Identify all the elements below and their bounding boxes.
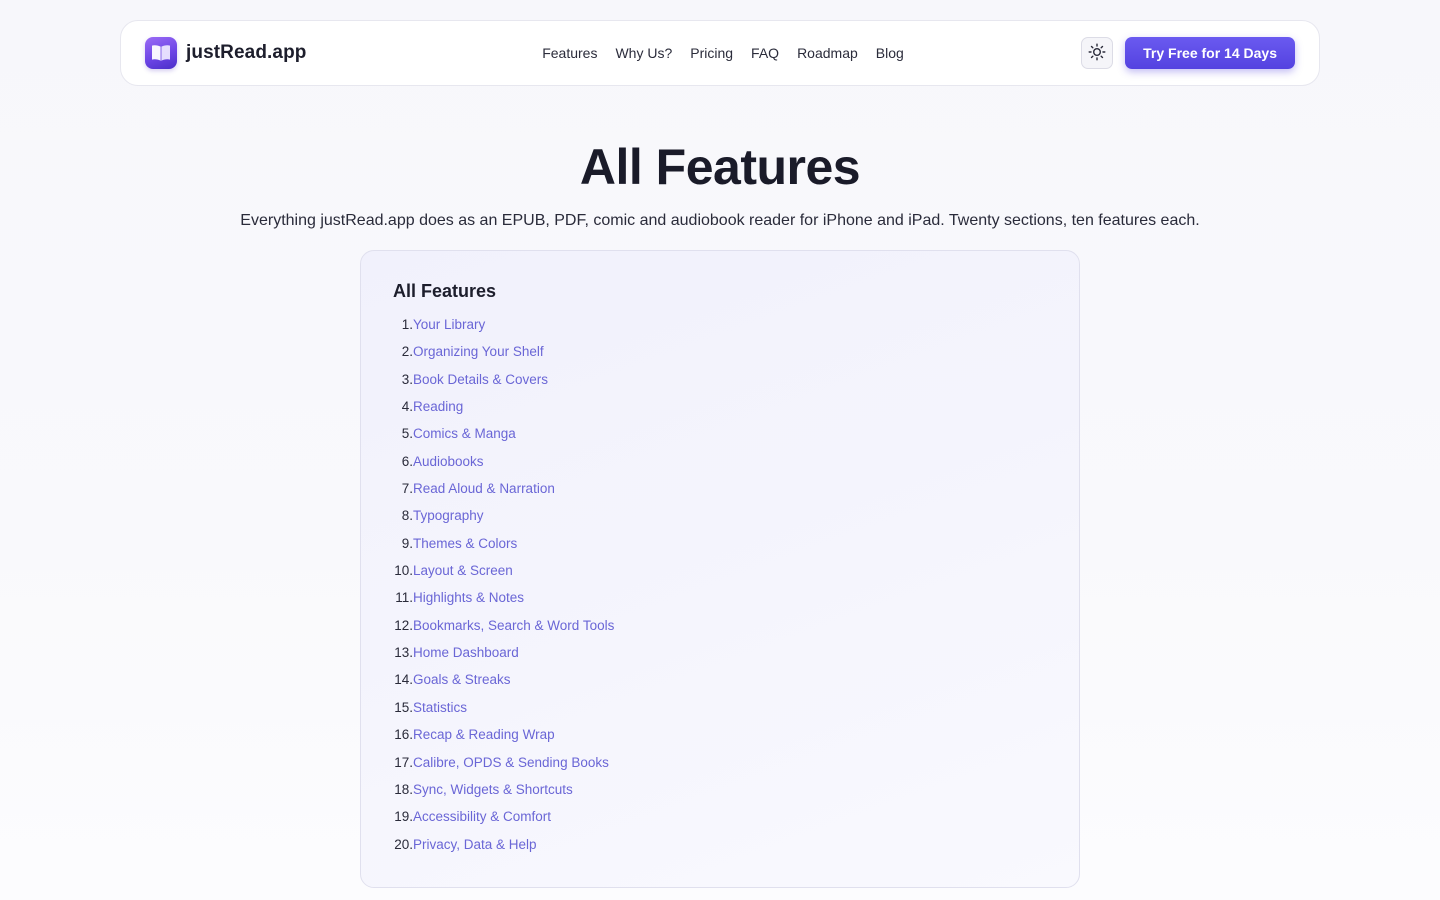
toc-item-number: 2. — [401, 344, 413, 360]
toc-item-number: 11. — [395, 590, 413, 606]
toc-item-number: 15. — [394, 699, 413, 715]
toc-link-organizing-your-shelf[interactable]: Organizing Your Shelf — [413, 344, 544, 359]
toc-item-number: 4. — [401, 399, 413, 415]
toc-link-themes-colors[interactable]: Themes & Colors — [413, 536, 517, 551]
theme-toggle-button[interactable] — [1081, 37, 1114, 69]
toc-item-number: 3. — [401, 371, 413, 387]
try-free-button[interactable]: Try Free for 14 Days — [1125, 37, 1295, 69]
toc-item-number: 13. — [394, 645, 413, 661]
brand-name: justRead.app — [186, 42, 307, 63]
toc-link-bookmarks-search-word-tools[interactable]: Bookmarks, Search & Word Tools — [413, 618, 614, 633]
open-book-icon — [145, 37, 177, 69]
toc-item: 15. Statistics — [393, 700, 1047, 727]
nav-link-blog[interactable]: Blog — [876, 45, 904, 61]
toc-item: 12. Bookmarks, Search & Word Tools — [393, 618, 1047, 645]
table-of-contents: All Features 1. Your Library 2. Organizing… — [360, 250, 1080, 888]
toc-item: 9. Themes & Colors — [393, 536, 1047, 563]
toc-item-number: 1. — [401, 317, 413, 332]
toc-link-calibre-opds-sending-books[interactable]: Calibre, OPDS & Sending Books — [413, 755, 609, 770]
toc-item: 6. Audiobooks — [393, 454, 1047, 481]
toc-item: 19. Accessibility & Comfort — [393, 809, 1047, 836]
toc-link-layout-screen[interactable]: Layout & Screen — [413, 563, 513, 578]
toc-link-your-library[interactable]: Your Library — [413, 317, 485, 332]
sun-icon — [1088, 43, 1106, 64]
page-title: All Features — [579, 139, 861, 195]
toc-item: 14. Goals & Streaks — [393, 672, 1047, 699]
toc-item: 20. Privacy, Data & Help — [393, 837, 1047, 864]
toc-item: 11. Highlights & Notes — [393, 590, 1047, 617]
toc-link-sync-widgets-shortcuts[interactable]: Sync, Widgets & Shortcuts — [413, 782, 573, 797]
nav-link-faq[interactable]: FAQ — [751, 45, 779, 61]
page-subtitle: Everything justRead.app does as an EPUB,… — [240, 212, 1200, 229]
toc-link-audiobooks[interactable]: Audiobooks — [413, 454, 484, 469]
toc-item-number: 12. — [394, 617, 413, 633]
toc-item: 10. Layout & Screen — [393, 563, 1047, 590]
toc-item: 5. Comics & Manga — [393, 426, 1047, 453]
toc-link-highlights-notes[interactable]: Highlights & Notes — [413, 590, 524, 605]
nav-actions: Try Free for 14 Days — [1081, 37, 1295, 69]
toc-item: 16. Recap & Reading Wrap — [393, 727, 1047, 754]
toc-item: 8. Typography — [393, 508, 1047, 535]
toc-item: 18. Sync, Widgets & Shortcuts — [393, 782, 1047, 809]
nav-link-roadmap[interactable]: Roadmap — [797, 45, 858, 61]
toc-item-number: 6. — [401, 453, 413, 469]
toc-item-number: 7. — [401, 481, 413, 497]
toc-item-number: 17. — [394, 754, 413, 770]
toc-link-book-details-covers[interactable]: Book Details & Covers — [413, 372, 548, 387]
toc-link-recap-reading-wrap[interactable]: Recap & Reading Wrap — [413, 727, 555, 742]
toc-item: 13. Home Dashboard — [393, 645, 1047, 672]
toc-item-number: 20. — [394, 836, 413, 852]
toc-heading: All Features — [393, 281, 497, 301]
toc-item-number: 5. — [401, 426, 413, 442]
toc-link-typography[interactable]: Typography — [413, 508, 484, 523]
toc-link-privacy-data-help[interactable]: Privacy, Data & Help — [413, 837, 537, 852]
nav-link-why-us[interactable]: Why Us? — [615, 45, 672, 61]
toc-link-accessibility-comfort[interactable]: Accessibility & Comfort — [413, 809, 551, 824]
toc-item-number: 16. — [394, 727, 413, 743]
toc-item-number: 14. — [394, 672, 413, 688]
nav-link-features[interactable]: Features — [542, 45, 597, 61]
toc-item: 7. Read Aloud & Narration — [393, 481, 1047, 508]
toc-link-reading[interactable]: Reading — [413, 399, 463, 414]
toc-item: 17. Calibre, OPDS & Sending Books — [393, 755, 1047, 782]
toc-item: 1. Your Library — [393, 317, 1047, 344]
toc-item-number: 8. — [401, 508, 413, 524]
top-navbar: justRead.app Features Why Us? Pricing FA… — [120, 20, 1320, 86]
toc-link-home-dashboard[interactable]: Home Dashboard — [413, 645, 519, 660]
toc-link-statistics[interactable]: Statistics — [413, 700, 467, 715]
brand-home-link[interactable]: justRead.app — [145, 37, 307, 69]
toc-link-comics-manga[interactable]: Comics & Manga — [413, 426, 516, 441]
toc-item-number: 19. — [394, 809, 413, 825]
toc-item-number: 10. — [394, 563, 413, 579]
toc-item-number: 9. — [401, 535, 413, 551]
toc-item: 4. Reading — [393, 399, 1047, 426]
toc-item: 3. Book Details & Covers — [393, 372, 1047, 399]
toc-link-goals-streaks[interactable]: Goals & Streaks — [413, 672, 511, 687]
toc-link-read-aloud-narration[interactable]: Read Aloud & Narration — [413, 481, 555, 496]
toc-item-number: 18. — [394, 781, 413, 797]
toc-list: 1. Your Library 2. Organizing Your Shelf 3… — [393, 317, 1047, 864]
nav-link-pricing[interactable]: Pricing — [690, 45, 733, 61]
toc-item: 2. Organizing Your Shelf — [393, 344, 1047, 371]
